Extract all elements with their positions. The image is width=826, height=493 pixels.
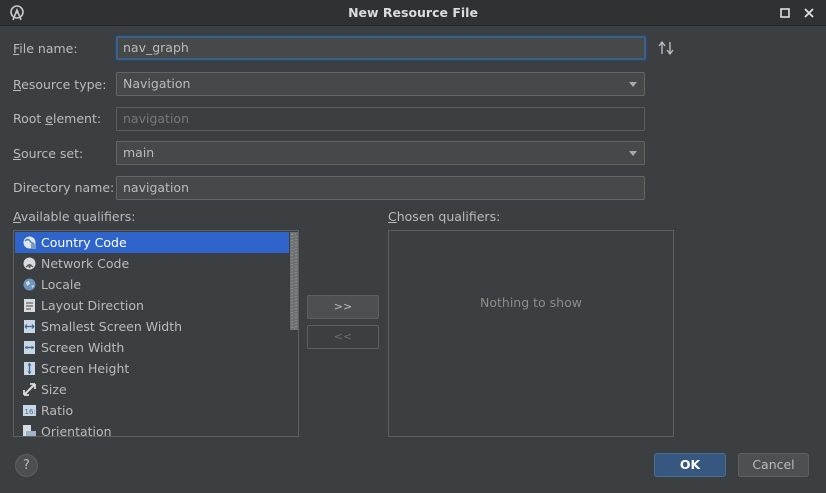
smallest-width-icon [24,320,35,333]
ratio-icon: 16:9 [23,405,38,416]
maximize-icon[interactable] [778,6,792,20]
size-icon [23,383,36,396]
directory-name-input[interactable]: navigation [116,176,645,200]
cancel-button[interactable]: Cancel [738,453,809,477]
globe-icon [23,278,36,291]
root-element-input[interactable]: navigation [116,107,645,131]
file-name-input[interactable]: nav_graph [116,36,646,60]
window-title: New Resource File [348,5,478,20]
network-code-icon [23,257,36,270]
resource-type-select[interactable]: Navigation [116,72,645,96]
country-code-icon [23,236,36,249]
screen-height-icon [24,362,35,375]
chevron-down-icon [629,151,637,156]
list-item[interactable]: Screen Width [15,337,289,358]
ok-button[interactable]: OK [654,453,726,477]
help-button[interactable]: ? [15,454,38,477]
list-item[interactable]: Locale [15,274,289,295]
resource-type-label: Resource type: [13,77,107,92]
list-item[interactable]: 16:9 Ratio [15,400,289,421]
source-set-value: main [123,145,155,160]
orientation-icon [23,425,36,436]
list-scrollbar[interactable] [290,232,298,330]
root-element-label: Root element: [13,111,102,126]
list-item[interactable]: Screen Height [15,358,289,379]
list-item[interactable]: Orientation [15,421,289,436]
file-name-label: File name: [13,41,78,56]
title-bar: New Resource File [0,0,826,26]
list-item[interactable]: Layout Direction [15,295,289,316]
list-item[interactable]: Size [15,379,289,400]
list-item[interactable]: Country Code [15,232,289,253]
available-qualifiers-list[interactable]: Country Code Network Code Locale Layout … [13,230,299,437]
chosen-qualifiers-label: Chosen qualifiers: [388,209,501,224]
source-set-label: Source set: [13,146,84,161]
svg-text:16:9: 16:9 [25,408,38,416]
remove-qualifier-button[interactable]: << [307,325,379,349]
resource-type-value: Navigation [123,76,191,91]
close-icon[interactable] [802,6,816,20]
add-qualifier-button[interactable]: >> [307,295,379,319]
layout-direction-icon [24,299,35,312]
screen-width-icon [24,341,35,354]
source-set-select[interactable]: main [116,141,645,165]
chevron-down-icon [629,82,637,87]
list-item[interactable]: Smallest Screen Width [15,316,289,337]
list-item[interactable]: Network Code [15,253,289,274]
sort-icon[interactable] [657,40,675,56]
empty-state-text: Nothing to show [480,295,582,310]
directory-name-label: Directory name: [13,180,115,195]
chosen-qualifiers-list[interactable]: Nothing to show [388,230,674,437]
available-qualifiers-label: Available qualifiers: [13,209,136,224]
